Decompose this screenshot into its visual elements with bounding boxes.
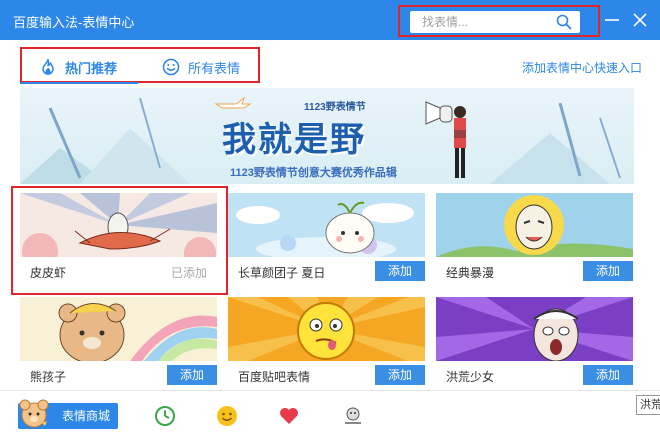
sticker-thumbnail-icon[interactable] (341, 405, 365, 429)
card-thumbnail (20, 297, 217, 361)
emoticon-card-changcao[interactable]: 长草颜团子 夏日 添加 (228, 193, 425, 281)
card-thumbnail (228, 297, 425, 361)
close-icon[interactable] (630, 10, 650, 30)
banner-subtitle: 1123野表情节创意大赛优秀作品辑 (230, 167, 397, 179)
card-name: 百度贴吧表情 (238, 370, 311, 384)
title-bar: 百度输入法-表情中心 (0, 0, 660, 40)
heart-icon[interactable] (278, 405, 300, 427)
window-title: 百度输入法-表情中心 (13, 15, 135, 30)
card-thumbnail (436, 297, 633, 361)
shop-button-label: 表情商城 (62, 409, 111, 423)
card-highlight-frame (11, 186, 228, 295)
card-thumbnail (436, 193, 633, 257)
clock-icon[interactable] (154, 405, 176, 427)
search-icon[interactable] (556, 14, 572, 30)
bottom-toolbar: 表情商城 (0, 390, 660, 440)
emoticon-card-baoman[interactable]: 经典暴漫 添加 (436, 193, 633, 281)
card-thumbnail (228, 193, 425, 257)
tab-hot-label: 热门推荐 (65, 60, 118, 76)
add-button[interactable]: 添加 (167, 365, 217, 385)
minimize-icon[interactable] (602, 10, 622, 30)
emoticon-card-tieba[interactable]: 百度贴吧表情 添加 (228, 297, 425, 385)
emoticon-card-honghuang[interactable]: 洪荒少女 添加 (436, 297, 633, 385)
fire-icon (42, 58, 54, 75)
add-button[interactable]: 添加 (375, 261, 425, 281)
search-input[interactable] (410, 11, 550, 33)
tab-hot-recommend[interactable]: 热门推荐 (39, 57, 117, 77)
bear-mascot-icon (19, 399, 49, 428)
card-name: 熊孩子 (30, 370, 67, 384)
smiley-icon (162, 58, 180, 76)
tabs-highlight-frame: 热门推荐 所有表情 (20, 47, 260, 83)
tab-all-label: 所有表情 (188, 60, 241, 76)
tooltip: 洪荒 (636, 395, 660, 415)
add-quick-entry-link[interactable]: 添加表情中心快速入口 (522, 59, 642, 76)
tab-all-emoticons[interactable]: 所有表情 (162, 57, 240, 77)
banner-festival-label: 1123野表情节 (304, 102, 366, 113)
add-button[interactable]: 添加 (583, 365, 633, 385)
add-button[interactable]: 添加 (583, 261, 633, 281)
card-name: 长草颜团子 夏日 (238, 266, 326, 280)
active-tab-underline (20, 82, 138, 84)
search-highlight-frame (398, 5, 600, 37)
card-name: 洪荒少女 (446, 370, 495, 384)
search-box[interactable] (410, 11, 580, 33)
banner-slogan: 我就是野 (222, 120, 366, 160)
add-button[interactable]: 添加 (375, 365, 425, 385)
emoticon-card-xionghaizi[interactable]: 熊孩子 添加 (20, 297, 217, 385)
smiley-face-icon[interactable] (216, 405, 238, 427)
promo-banner[interactable]: 1123野表情节 我就是野 1123野表情节创意大赛优秀作品辑 (20, 88, 634, 184)
card-name: 经典暴漫 (446, 266, 495, 280)
